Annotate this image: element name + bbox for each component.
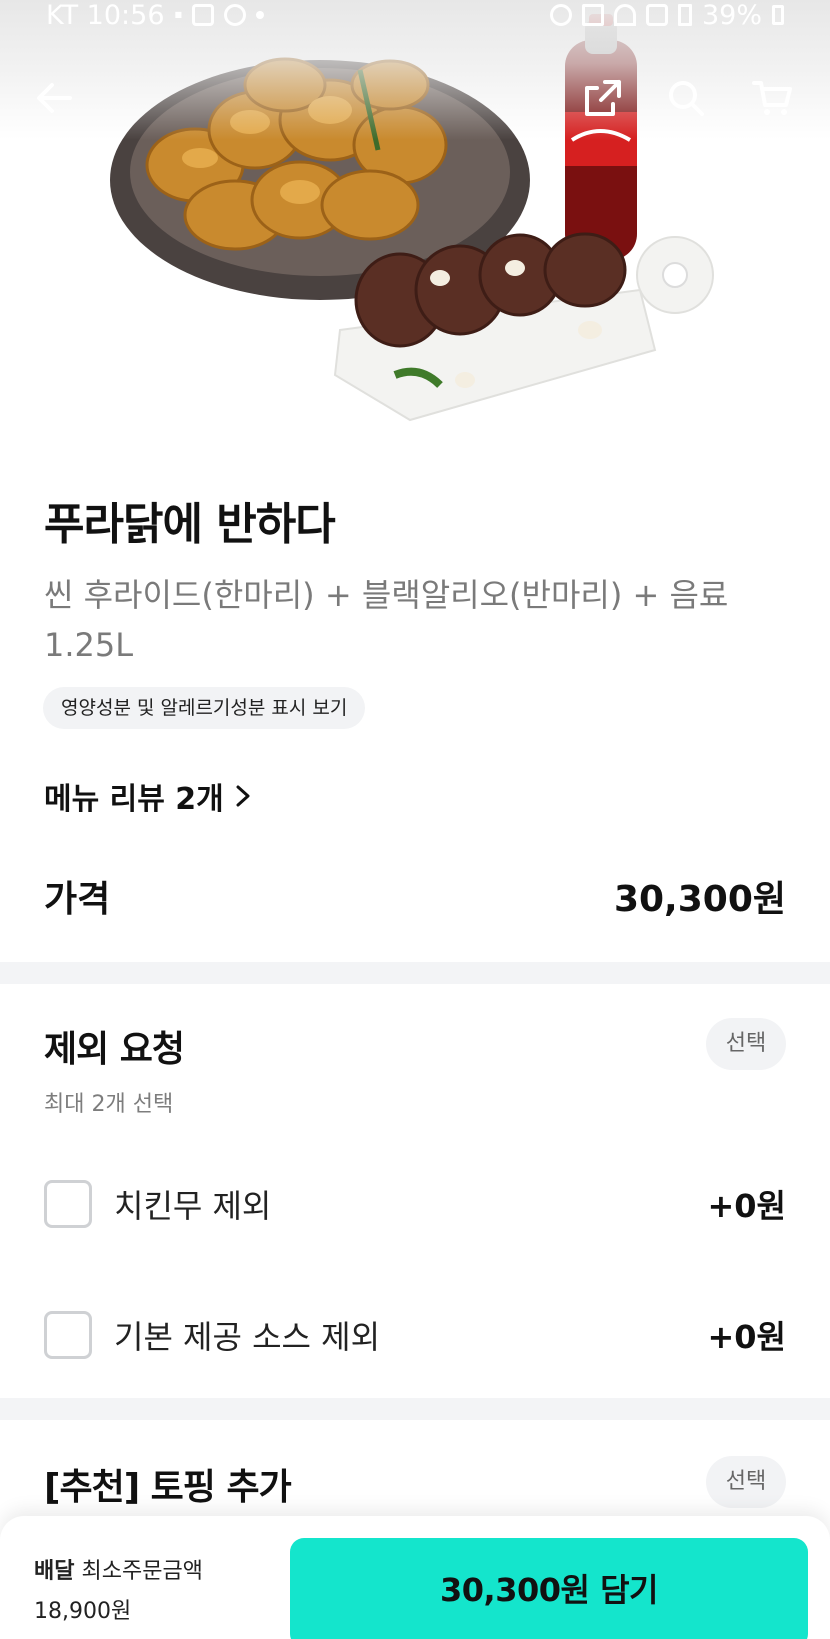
battery-percent: 39% [701,0,762,31]
topping-section-title: [추천] 토핑 추가 [44,1467,292,1508]
optional-badge: 선택 [706,1456,786,1508]
option-no-default-sauce[interactable]: 기본 제공 소스 제외 +0원 [44,1309,786,1361]
option-price: +0원 [707,1318,786,1356]
alarm-clock-icon [224,4,247,26]
option-no-pickled-radish[interactable]: 치킨무 제외 +0원 [44,1178,786,1230]
arrow-left-icon [37,83,72,113]
option-label: 기본 제공 소스 제외 [114,1318,381,1356]
product-title: 푸라닭에 반하다 [44,499,336,550]
price-row: 가격 30,300원 [44,870,786,922]
min-order-label: 최소주문금액 [81,1559,203,1584]
share-button[interactable] [575,70,631,126]
share-icon [585,80,621,116]
exclude-request-title: 제외 요청 [44,1029,185,1070]
menu-reviews-link[interactable]: 메뉴 리뷰 2개 [44,776,252,817]
section-divider [0,1398,830,1420]
product-description: 씬 후라이드(한마리) + 블랙알리오(반마리) + 음료 1.25L [44,576,729,664]
hd-icon [645,4,668,26]
battery-icon [772,5,784,25]
search-button[interactable] [658,70,714,126]
option-label: 치킨무 제외 [114,1187,272,1225]
gallery-icon [192,4,215,26]
cart-icon [752,81,792,115]
back-button[interactable] [26,70,82,126]
alarm-icon [549,4,572,26]
option-price: +0원 [707,1187,786,1225]
price-label: 가격 [44,879,111,920]
more-notifications-icon [256,11,265,19]
min-order-value: 18,900원 [34,1599,132,1624]
min-order-info: 배달 최소주문금액 18,900원 [34,1552,203,1632]
top-navigation [0,62,830,132]
nutrition-allergy-button[interactable]: 영양성분 및 알레르기성분 표시 보기 [43,687,366,729]
reviews-label: 메뉴 리뷰 2개 [44,782,224,817]
bottom-action-bar: 배달 최소주문금액 18,900원 30,300원 담기 [0,1516,830,1639]
mute-icon [581,4,604,26]
checkbox[interactable] [44,1180,92,1228]
delivery-label: 배달 [34,1559,75,1584]
section-divider [0,962,830,984]
carrier-time: KT 10:56 [46,0,165,31]
add-to-cart-button[interactable]: 30,300원 담기 [290,1538,808,1639]
optional-badge: 선택 [706,1018,786,1070]
chevron-right-icon [236,785,250,807]
exclude-request-subtitle: 최대 2개 선택 [44,1092,174,1117]
price-value: 30,300원 [613,879,786,920]
search-icon [669,81,704,116]
signal-icon [677,4,692,26]
app-notification-icon: ■ [174,10,183,19]
wifi-icon [613,4,636,26]
status-bar: KT 10:56 ■ 39% [0,0,830,31]
checkbox[interactable] [44,1311,92,1359]
cart-button[interactable] [745,70,801,126]
